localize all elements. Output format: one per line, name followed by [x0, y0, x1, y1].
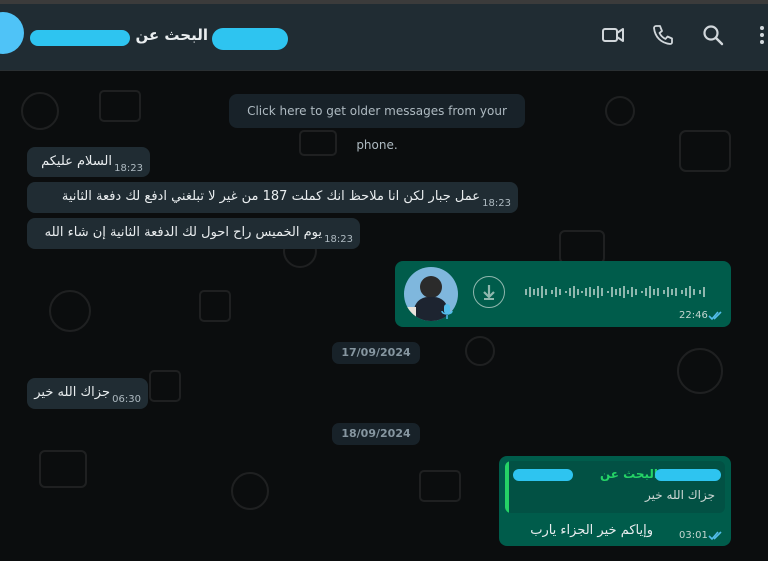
menu-icon[interactable] — [752, 22, 768, 48]
chat-header: البحث عن — [0, 0, 768, 71]
voice-message: 22:46 — [395, 261, 731, 327]
incoming-message: السلام عليكم 18:23 — [27, 147, 150, 177]
message-time: 03:01 — [679, 530, 708, 541]
message-text: جزاك الله خير — [34, 385, 110, 400]
message-time: 18:23 — [324, 234, 353, 245]
incoming-message: عمل جبار لكن انا ملاحظ انك كملت 187 من غ… — [27, 182, 518, 213]
quoted-text: جزاك الله خير — [645, 488, 715, 502]
voice-waveform[interactable] — [523, 285, 713, 299]
phone-icon[interactable] — [650, 22, 676, 48]
redacted-name-mask — [655, 469, 721, 481]
redacted-name-mask — [212, 28, 288, 50]
message-time: 22:46 — [679, 310, 708, 321]
older-messages-notice[interactable]: Click here to get older messages from yo… — [229, 94, 525, 152]
avatar[interactable] — [0, 12, 24, 54]
message-text: وإياكم خير الجزاء يارب — [530, 523, 653, 538]
quoted-sender-name: البحث عن — [600, 467, 659, 481]
window-top-bar — [0, 0, 768, 4]
date-separator: 18/09/2024 — [332, 423, 420, 445]
contact-name[interactable]: البحث عن — [135, 26, 208, 44]
download-icon[interactable] — [473, 276, 505, 308]
microphone-icon — [441, 303, 453, 321]
incoming-message: يوم الخميس راح احول لك الدفعة الثانية إن… — [27, 218, 360, 249]
redacted-name-mask — [30, 30, 130, 46]
date-separator: 17/09/2024 — [332, 342, 420, 364]
redacted-name-mask — [513, 469, 573, 481]
outgoing-reply-message: البحث عن جزاك الله خير وإياكم خير الجزاء… — [499, 456, 731, 546]
read-receipt-icon — [708, 311, 722, 321]
message-text: يوم الخميس راح احول لك الدفعة الثانية إن… — [44, 225, 322, 240]
message-time: 18:23 — [114, 163, 143, 174]
video-call-icon[interactable] — [600, 22, 626, 48]
message-time: 18:23 — [482, 198, 511, 209]
incoming-message: جزاك الله خير 06:30 — [27, 378, 148, 409]
search-icon[interactable] — [700, 22, 726, 48]
message-text: السلام عليكم — [41, 154, 112, 169]
read-receipt-icon — [708, 531, 722, 541]
message-time: 06:30 — [112, 394, 141, 405]
quoted-message[interactable]: البحث عن جزاك الله خير — [505, 461, 725, 513]
message-text: عمل جبار لكن انا ملاحظ انك كملت 187 من غ… — [61, 189, 480, 204]
